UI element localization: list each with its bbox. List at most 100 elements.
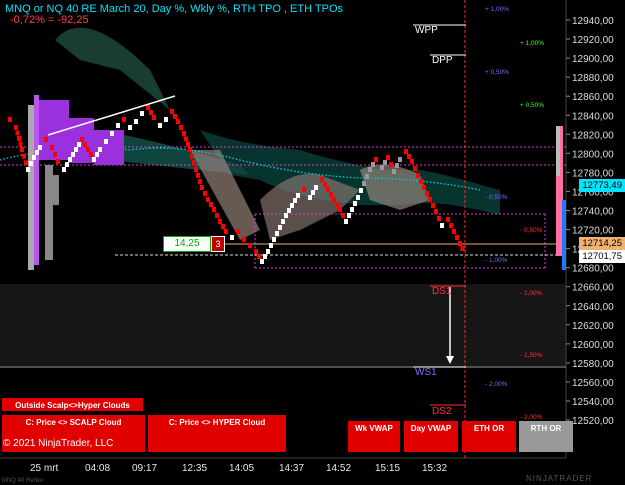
renko-brick [190,153,194,159]
renko-brick [192,160,196,166]
renko-brick [56,159,60,164]
renko-brick [419,179,423,184]
renko-brick [416,173,420,178]
renko-brick [203,191,207,196]
pct-label: - 2,00% [485,381,508,388]
price-axis-label: 12940,00 [572,16,614,27]
renko-brick [98,147,102,152]
pct-label: + 1,00% [520,40,545,47]
pct-label: + 0,50% [520,102,545,109]
renko-brick [110,131,114,136]
renko-brick [230,235,234,240]
renko-brick [158,123,162,128]
renko-brick [341,213,345,218]
wk-vwap-button[interactable]: Wk VWAP [348,421,400,452]
renko-brick [410,159,414,164]
renko-brick [272,237,276,242]
renko-brick [206,197,210,202]
renko-brick [24,160,28,166]
renko-brick [116,123,120,128]
renko-brick [149,110,153,115]
renko-brick [8,117,12,122]
ws-label: WS1 [415,367,437,378]
renko-brick [263,254,267,259]
time-label: 15:32 [422,463,448,474]
price-axis-label: 12660,00 [572,283,614,294]
renko-brick [269,243,273,248]
pct-label: - 2,00% [520,414,543,421]
renko-brick [173,114,177,119]
renko-brick [74,147,78,152]
renko-brick [449,223,453,228]
watermark-logo: NINJATRADER [526,474,593,483]
renko-brick [38,145,42,150]
renko-brick [77,142,81,147]
price-axis-label: 12680,00 [572,264,614,275]
time-label: 04:08 [85,463,111,474]
rth-or-button[interactable]: RTH OR [519,421,573,452]
price-axis-label: 12580,00 [572,359,614,370]
ds-label: DS1 [432,286,452,297]
renko-brick [257,254,261,259]
eth-or-button[interactable]: ETH OR [462,421,516,452]
time-label: 25 mrt [30,463,59,474]
renko-brick [71,152,75,157]
renko-brick [452,229,456,234]
renko-brick [326,187,330,192]
price-tag-cyan: 12773,49 [579,179,625,192]
renko-brick [260,259,264,264]
price-axis-label: 12620,00 [572,321,614,332]
price-axis-label: 12720,00 [572,226,614,237]
day-vwap-button[interactable]: Day VWAP [404,421,458,452]
renko-brick [440,223,444,228]
renko-brick [200,185,204,190]
renko-brick [332,197,336,202]
renko-brick [22,153,26,159]
price-axis-label: 12800,00 [572,149,614,160]
renko-brick [404,149,408,154]
renko-brick [86,147,90,152]
price-axis-label: 12880,00 [572,73,614,84]
hyper-cloud-button[interactable]: C: Price <> HYPER Cloud [148,415,286,452]
renko-brick [356,195,360,200]
renko-brick [89,152,93,157]
renko-brick [18,141,23,147]
time-label: 12:35 [182,463,208,474]
pct-label: - 0,50% [520,227,543,234]
renko-brick [446,217,450,222]
renko-brick [186,141,190,147]
renko-brick [15,130,20,136]
renko-brick [389,162,393,167]
renko-brick [194,167,198,172]
copyright-text: © 2021 NinjaTrader, LLC [3,438,114,449]
renko-brick [215,213,219,218]
renko-brick [134,119,138,124]
footer-note: MNQ 40 Renko [2,478,44,484]
price-axis-label: 12920,00 [572,35,614,46]
renko-brick [221,224,225,229]
renko-brick [344,219,348,224]
renko-brick [146,105,150,110]
renko-brick [176,119,180,124]
pct-label: - 1,00% [485,257,508,264]
renko-brick [62,167,66,172]
renko-brick [398,157,402,162]
pct-label: - 1,50% [520,352,543,359]
renko-brick [80,137,84,142]
outside-clouds-button[interactable]: Outside Scalp<>Hyper Clouds [2,398,143,411]
renko-brick [428,197,432,202]
price-axis-label: 12740,00 [572,207,614,218]
renko-brick [152,115,156,120]
price-tag-orange: 12714,25 [579,237,625,250]
renko-brick [284,213,288,218]
renko-brick [218,219,222,224]
renko-brick [182,131,186,136]
renko-brick [236,229,240,234]
renko-brick [92,157,96,162]
renko-brick [128,125,132,130]
renko-brick [422,185,426,190]
renko-brick [29,161,33,166]
price-chart[interactable]: 12940,00 12920,00 12900,00 12880,00 12860,00… [0,0,625,485]
range-value-box: 14,25 [163,236,211,252]
renko-brick [460,246,465,251]
